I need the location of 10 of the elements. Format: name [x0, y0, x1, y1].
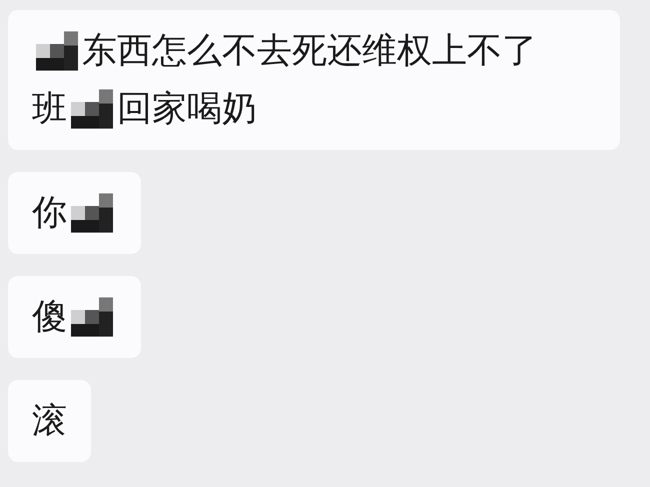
message-text: 东西怎么不去死还维权上不了 [82, 30, 537, 73]
pixelation-drawing [71, 193, 113, 233]
message-text: 回家喝奶 [117, 88, 257, 131]
pixelation-drawing [71, 89, 113, 129]
message-text: 你 [32, 192, 67, 235]
message-text: 班 [32, 88, 67, 131]
pixelation-drawing [71, 297, 113, 337]
message-text: 傻 [32, 296, 67, 339]
message-text: 滚 [32, 400, 67, 443]
pixelation-drawing [36, 31, 78, 71]
